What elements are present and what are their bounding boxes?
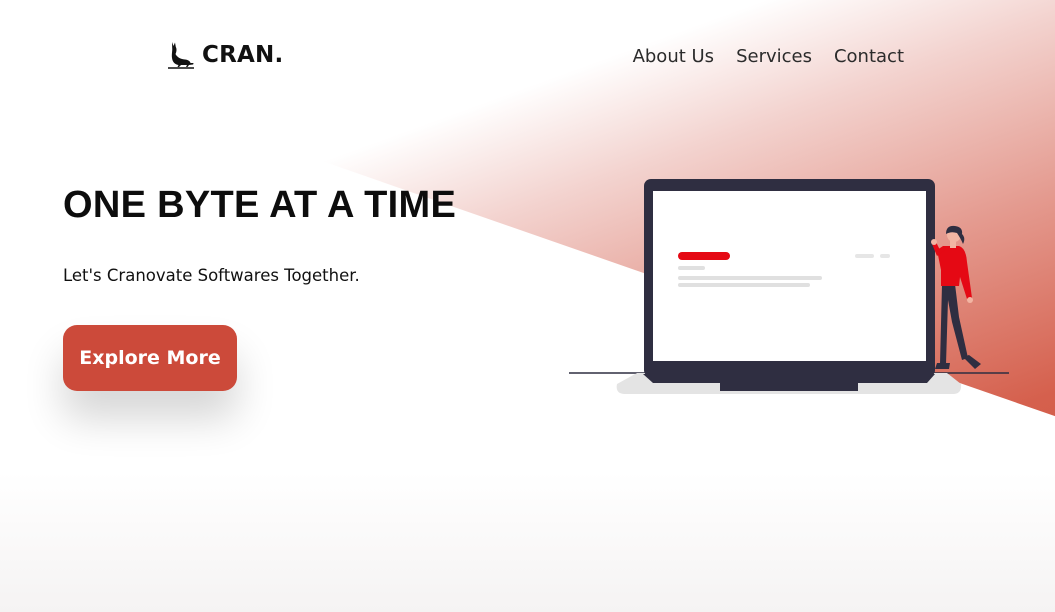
explore-more-button[interactable]: Explore More xyxy=(63,325,237,391)
main-nav: About Us Services Contact xyxy=(633,46,904,67)
cat-icon xyxy=(166,40,196,70)
hero-subtitle: Let's Cranovate Softwares Together. xyxy=(63,266,360,285)
laptop-presenter-illustration xyxy=(565,172,1015,400)
nav-services[interactable]: Services xyxy=(736,46,812,67)
brand-logo[interactable]: CRAN. xyxy=(166,40,283,70)
hero-title: ONE BYTE AT A TIME xyxy=(63,184,457,226)
brand-name: CRAN. xyxy=(202,42,284,68)
bottom-fade xyxy=(0,472,1055,612)
nav-about-us[interactable]: About Us xyxy=(633,46,715,67)
nav-contact[interactable]: Contact xyxy=(834,46,904,67)
